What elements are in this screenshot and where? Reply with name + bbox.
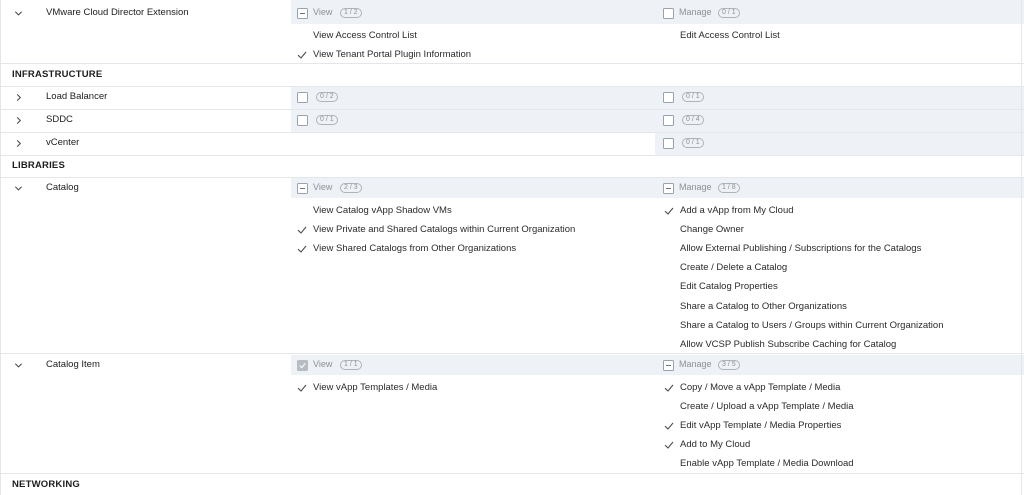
permission-item[interactable]: Copy / Move a vApp Template / Media <box>680 382 840 393</box>
view-group-label: View <box>313 182 333 192</box>
row-name: VMware Cloud Director Extension <box>46 7 189 18</box>
permission-item[interactable]: Share a Catalog to Other Organizations <box>680 301 847 312</box>
checkmark-icon <box>664 383 674 393</box>
manage-group-checkbox[interactable] <box>663 115 674 126</box>
manage-group-checkbox[interactable] <box>663 8 674 19</box>
view-group-checkbox[interactable] <box>297 92 308 103</box>
permission-item[interactable]: Allow External Publishing / Subscription… <box>680 243 921 254</box>
permission-item[interactable]: Change Owner <box>680 224 744 235</box>
section-heading-networking: NETWORKING <box>12 479 80 490</box>
view-group-label: View <box>313 359 333 369</box>
section-heading-libraries: LIBRARIES <box>12 160 65 171</box>
view-group-checkbox[interactable] <box>297 183 308 194</box>
view-count-badge: 1 / 2 <box>340 8 362 18</box>
permission-item[interactable]: View vApp Templates / Media <box>313 382 437 393</box>
permission-item[interactable]: Edit vApp Template / Media Properties <box>680 420 841 431</box>
view-count-badge: 0 / 2 <box>316 92 338 102</box>
checkmark-icon <box>297 244 307 254</box>
permission-item[interactable]: Add a vApp from My Cloud <box>680 205 794 216</box>
checkmark-icon <box>664 440 674 450</box>
permission-item[interactable]: Add to My Cloud <box>680 439 750 450</box>
manage-count-badge: 0 / 4 <box>682 115 704 125</box>
permission-item[interactable]: View Access Control List <box>313 30 417 41</box>
manage-group-checkbox[interactable] <box>663 138 674 149</box>
view-group-label: View <box>313 7 333 17</box>
chevron-right-icon[interactable] <box>12 114 24 126</box>
view-count-badge: 2 / 3 <box>340 183 362 193</box>
view-group-checkbox[interactable] <box>297 360 308 371</box>
permission-item[interactable]: Create / Delete a Catalog <box>680 262 787 273</box>
manage-count-badge: 0 / 1 <box>682 92 704 102</box>
view-count-badge: 0 / 1 <box>316 115 338 125</box>
manage-count-badge: 3 / 5 <box>718 360 740 370</box>
chevron-down-icon[interactable] <box>12 7 24 19</box>
view-group-checkbox[interactable] <box>297 115 308 126</box>
manage-group-label: Manage <box>679 7 712 17</box>
row-name: Catalog Item <box>46 359 100 370</box>
permission-item[interactable]: View Private and Shared Catalogs within … <box>313 224 575 235</box>
row-name: Load Balancer <box>46 91 108 102</box>
checkmark-icon <box>297 50 307 60</box>
permission-item[interactable]: Share a Catalog to Users / Groups within… <box>680 320 944 331</box>
checkmark-icon <box>297 383 307 393</box>
checkmark-icon <box>664 421 674 431</box>
checkmark-icon <box>297 225 307 235</box>
manage-group-checkbox[interactable] <box>663 360 674 371</box>
manage-group-label: Manage <box>679 359 712 369</box>
manage-group-checkbox[interactable] <box>663 183 674 194</box>
manage-count-badge: 0 / 1 <box>718 8 740 18</box>
chevron-down-icon[interactable] <box>12 359 24 371</box>
view-group-checkbox[interactable] <box>297 8 308 19</box>
manage-group-checkbox[interactable] <box>663 92 674 103</box>
view-count-badge: 1 / 1 <box>340 360 362 370</box>
permission-item[interactable]: View Tenant Portal Plugin Information <box>313 49 471 60</box>
chevron-down-icon[interactable] <box>12 182 24 194</box>
manage-count-badge: 0 / 1 <box>682 138 704 148</box>
section-heading-infrastructure: INFRASTRUCTURE <box>12 69 103 80</box>
row-name: vCenter <box>46 137 80 148</box>
permission-item[interactable]: View Shared Catalogs from Other Organiza… <box>313 243 516 254</box>
permission-item[interactable]: Create / Upload a vApp Template / Media <box>680 401 854 412</box>
permission-item[interactable]: Edit Catalog Properties <box>680 281 778 292</box>
chevron-right-icon[interactable] <box>12 137 24 149</box>
permission-item[interactable]: Edit Access Control List <box>680 30 780 41</box>
permission-item[interactable]: Enable vApp Template / Media Download <box>680 458 854 469</box>
row-name: SDDC <box>46 114 73 125</box>
manage-group-label: Manage <box>679 182 712 192</box>
permission-item[interactable]: View Catalog vApp Shadow VMs <box>313 205 452 216</box>
row-name: Catalog <box>46 182 79 193</box>
manage-count-badge: 1 / 8 <box>718 183 740 193</box>
checkmark-icon <box>664 206 674 216</box>
permission-item[interactable]: Allow VCSP Publish Subscribe Caching for… <box>680 339 896 350</box>
chevron-right-icon[interactable] <box>12 91 24 103</box>
